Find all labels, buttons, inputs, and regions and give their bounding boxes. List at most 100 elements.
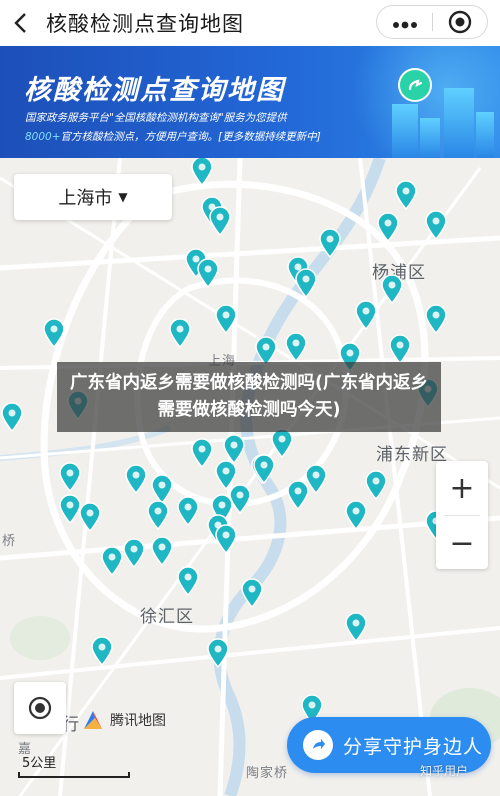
testing-site-pin[interactable] xyxy=(284,332,308,362)
map-pin-icon xyxy=(295,268,317,298)
testing-site-pin[interactable] xyxy=(176,496,200,526)
testing-site-pin[interactable] xyxy=(100,546,124,576)
map-pin-icon xyxy=(365,470,387,500)
map-pin-icon xyxy=(169,318,191,348)
map-pin-icon xyxy=(253,454,275,484)
map-pin-icon xyxy=(177,566,199,596)
back-button[interactable] xyxy=(0,0,40,46)
testing-site-pin[interactable] xyxy=(196,258,220,288)
banner-building xyxy=(444,88,474,158)
map-pin-icon xyxy=(215,524,237,554)
map-pin-icon xyxy=(355,300,377,330)
tencent-map-logo: 腾讯地图 xyxy=(82,709,166,731)
testing-site-pin[interactable] xyxy=(376,212,400,242)
target-close-icon xyxy=(448,10,472,34)
testing-site-pin[interactable] xyxy=(214,304,238,334)
testing-site-pin[interactable] xyxy=(58,494,82,524)
testing-site-pin[interactable] xyxy=(424,210,448,240)
article-caption-overlay: 广东省内返乡需要做核酸检测吗(广东省内返乡需要做核酸检测吗今天) xyxy=(57,362,441,432)
map-pin-icon xyxy=(345,500,367,530)
chevron-left-icon xyxy=(14,13,26,33)
testing-site-pin[interactable] xyxy=(424,304,448,334)
testing-site-pin[interactable] xyxy=(318,228,342,258)
testing-site-pin[interactable] xyxy=(240,578,264,608)
banner-building xyxy=(420,118,440,158)
testing-site-pin[interactable] xyxy=(364,470,388,500)
testing-site-pin[interactable] xyxy=(354,300,378,330)
banner-subtitle-1: 国家政务服务平台"全国核酸检测机构查询"服务为您提供 xyxy=(25,112,287,124)
testing-site-pin[interactable] xyxy=(168,318,192,348)
map-pin-icon xyxy=(285,332,307,362)
map-pin-icon xyxy=(147,500,169,530)
map-pin-icon xyxy=(191,438,213,468)
testing-site-pin[interactable] xyxy=(124,464,148,494)
more-button[interactable] xyxy=(377,10,432,34)
city-selector[interactable]: 上海市 ▼ xyxy=(14,174,172,220)
zhihu-watermark: 知乎用户 xyxy=(420,764,469,778)
banner-subtitle-2-text: 官方核酸检测点，方便用户查询。[更多数据持续更新中] xyxy=(60,131,321,143)
testing-site-pin[interactable] xyxy=(150,536,174,566)
testing-site-pin[interactable] xyxy=(286,480,310,510)
zoom-in-button[interactable]: + xyxy=(436,461,488,515)
testing-site-pin[interactable] xyxy=(344,500,368,530)
map-pin-icon xyxy=(377,212,399,242)
close-button[interactable] xyxy=(433,10,487,34)
map-pin-icon xyxy=(425,304,447,334)
testing-site-pin[interactable] xyxy=(190,158,214,186)
map-pin-icon xyxy=(59,462,81,492)
district-label: 桥 xyxy=(2,534,17,549)
map-pin-icon xyxy=(1,402,23,432)
map-pin-icon xyxy=(43,318,65,348)
testing-site-pin[interactable] xyxy=(90,636,114,666)
testing-site-pin[interactable] xyxy=(190,438,214,468)
testing-site-pin[interactable] xyxy=(206,638,230,668)
testing-site-pin[interactable] xyxy=(252,454,276,484)
testing-site-pin[interactable] xyxy=(344,612,368,642)
testing-site-pin[interactable] xyxy=(122,538,146,568)
map-scale-label: 5公里 xyxy=(22,756,57,771)
map-scale: 5公里 xyxy=(18,752,130,778)
testing-site-pin[interactable] xyxy=(214,524,238,554)
map-pin-icon xyxy=(191,158,213,186)
testing-site-pin[interactable] xyxy=(208,206,232,236)
mini-program-capsule xyxy=(376,5,488,39)
zoom-out-button[interactable]: − xyxy=(436,516,488,570)
testing-site-pin[interactable] xyxy=(380,274,404,304)
map-pin-icon xyxy=(389,334,411,364)
testing-site-pin[interactable] xyxy=(42,318,66,348)
banner-count-highlight: 8000+ xyxy=(25,131,61,143)
share-button-label: 分享守护身边人 xyxy=(343,735,484,758)
testing-site-pin[interactable] xyxy=(58,462,82,492)
locate-icon xyxy=(28,696,52,720)
testing-site-pin[interactable] xyxy=(146,500,170,530)
banner-title: 核酸检测点查询地图 xyxy=(24,75,285,106)
map-pin-icon xyxy=(101,546,123,576)
testing-site-pin[interactable] xyxy=(294,268,318,298)
testing-site-pin[interactable] xyxy=(394,180,418,210)
map-pin-icon xyxy=(59,494,81,524)
map-scale-bar xyxy=(18,772,130,778)
testing-site-pin[interactable] xyxy=(388,334,412,364)
testing-site-pin[interactable] xyxy=(0,402,24,432)
map-canvas[interactable]: 杨浦区 浦东新区 徐汇区 上海 桥 陶家桥 嘉 行 上海市 ▼ + − 腾讯地图… xyxy=(0,158,500,796)
tencent-map-logo-text: 腾讯地图 xyxy=(110,713,166,729)
city-selector-label: 上海市 xyxy=(58,188,113,209)
map-pin-icon xyxy=(425,210,447,240)
map-pin-icon xyxy=(209,206,231,236)
map-pin-icon xyxy=(125,464,147,494)
tencent-map-logo-icon xyxy=(84,711,102,729)
locate-button[interactable] xyxy=(14,682,66,734)
zoom-control: + − xyxy=(436,461,488,569)
map-pin-icon xyxy=(395,180,417,210)
district-label: 徐汇区 xyxy=(140,607,194,627)
map-pin-icon xyxy=(381,274,403,304)
share-icon xyxy=(303,730,333,760)
map-pin-icon xyxy=(177,496,199,526)
more-dots-icon xyxy=(392,21,417,29)
testing-site-pin[interactable] xyxy=(176,566,200,596)
map-pin-icon xyxy=(241,578,263,608)
map-pin-icon xyxy=(123,538,145,568)
banner-subtitle-2: 8000+官方核酸检测点，方便用户查询。[更多数据持续更新中] xyxy=(25,129,321,144)
banner: 核酸检测点查询地图 国家政务服务平台"全国核酸检测机构查询"服务为您提供 800… xyxy=(0,46,500,158)
caret-down-icon: ▼ xyxy=(118,190,128,204)
